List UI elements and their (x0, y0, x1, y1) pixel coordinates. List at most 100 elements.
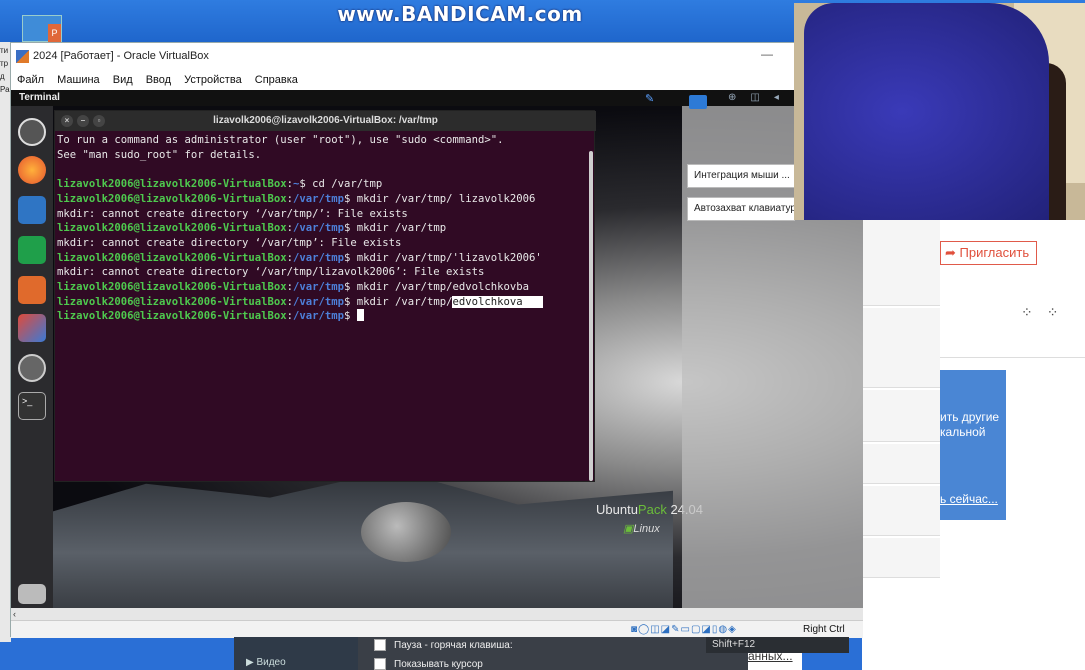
maximize-icon[interactable]: ▫ (93, 115, 105, 127)
prompt-path: /var/tmp (293, 310, 345, 323)
trash-icon[interactable] (18, 584, 46, 604)
active-app-label: Terminal (19, 92, 60, 103)
terminal-title: lizavolk2006@lizavolk2006-VirtualBox: /v… (213, 115, 438, 126)
sidebar-item-video[interactable]: ▶ Видео (246, 657, 286, 668)
terminal-icon[interactable]: >_ (18, 392, 46, 420)
panel-row (862, 390, 940, 442)
webcam-overlay (794, 3, 1085, 220)
bandicam-watermark: www.BANDICAM.com (337, 2, 583, 26)
prompt-user: lizavolk2006@lizavolk2006-VirtualBox (57, 222, 287, 235)
card-text-1: ить другие (940, 410, 1000, 424)
window-title: 2024 [Работает] - Oracle VirtualBox (11, 43, 863, 70)
dialog-link[interactable]: анных... (748, 649, 793, 663)
host-key-label: Right Ctrl (803, 624, 845, 635)
layout-grid-icon[interactable]: ⁘⁘ (1021, 304, 1072, 321)
pen-icon[interactable]: ✎ (645, 92, 654, 105)
invite-label: Пригласить (959, 245, 1030, 260)
impress-icon[interactable] (18, 276, 46, 304)
terminal-line: See "man sudo_root" for details. (57, 148, 262, 161)
writer-icon[interactable] (18, 196, 46, 224)
app-center-icon[interactable] (18, 314, 46, 342)
card-link[interactable]: ь сейчас... (940, 492, 1006, 507)
command-text: $ (344, 310, 357, 323)
invite-button[interactable]: ➦ Пригласить (940, 241, 1037, 265)
vm-status-bar: ◙◯◫◪✎▭▢◪▯◍◈ Right Ctrl (11, 620, 863, 638)
prompt-user: lizavolk2006@lizavolk2006-VirtualBox (57, 295, 287, 308)
divider (940, 357, 1085, 358)
minimize-icon[interactable]: — (761, 47, 773, 61)
terminal-line: lizavolk2006@lizavolk2006-VirtualBox:/va… (57, 280, 596, 295)
notification-icon[interactable] (689, 95, 707, 109)
show-cursor-checkbox[interactable] (374, 658, 386, 670)
minimize-icon[interactable]: – (77, 115, 89, 127)
prompt-path: /var/tmp (293, 295, 345, 308)
menu-file[interactable]: Файл (17, 70, 44, 90)
prompt-path: /var/tmp (293, 251, 345, 264)
virtualbox-window: 2024 [Работает] - Oracle VirtualBox — Фа… (10, 42, 863, 638)
selected-text: edvolchkova (452, 295, 543, 308)
card-text-2: кальной (940, 425, 986, 439)
terminal-titlebar: lizavolk2006@lizavolk2006-VirtualBox: /v… (55, 111, 596, 131)
terminal-line: lizavolk2006@lizavolk2006-VirtualBox:/va… (57, 295, 596, 310)
command-text: $ mkdir /var/tmp/ (344, 295, 453, 308)
command-text: $ cd /var/tmp (299, 178, 383, 191)
command-text: $ mkdir /var/tmp/ lizavolk2006 (344, 192, 536, 205)
menu-input[interactable]: Ввод (146, 70, 171, 90)
help-icon[interactable] (18, 118, 46, 146)
close-icon[interactable]: × (61, 115, 73, 127)
terminal-line: lizavolk2006@lizavolk2006-VirtualBox:/va… (57, 192, 596, 207)
dialog-sidebar: ▶ Видео (234, 637, 358, 670)
panel-row (862, 220, 940, 306)
terminal-window[interactable]: lizavolk2006@lizavolk2006-VirtualBox: /v… (54, 110, 596, 483)
calc-icon[interactable] (18, 236, 46, 264)
menu-view[interactable]: Вид (113, 70, 133, 90)
guest-screen: UbuntuPack 24.04 ▣Linux Terminal ✎ ⊕◫◂ И… (11, 90, 863, 608)
terminal-line: lizavolk2006@lizavolk2006-VirtualBox:/va… (57, 221, 596, 236)
keyboard-capture-notice[interactable]: Автозахват клавиатуры (687, 197, 795, 221)
promo-card: ить другие кальной ь сейчас... (940, 370, 1006, 520)
terminal-line: lizavolk2006@lizavolk2006-VirtualBox:/va… (57, 309, 596, 324)
panel-row (862, 538, 940, 578)
virtualbox-icon (16, 50, 29, 63)
prompt-path: /var/tmp (293, 281, 345, 294)
pause-checkbox[interactable] (374, 639, 386, 651)
terminal-line: To run a command as administrator (user … (57, 134, 504, 146)
firefox-icon[interactable] (18, 156, 46, 184)
prompt-user: lizavolk2006@lizavolk2006-VirtualBox (57, 281, 287, 294)
terminal-scrollbar[interactable] (589, 151, 593, 481)
brand-pack: Pack (637, 502, 667, 517)
wallpaper-moon (361, 502, 451, 562)
webcam-shirt (804, 3, 1049, 220)
prompt-user: lizavolk2006@lizavolk2006-VirtualBox (57, 251, 287, 264)
horizontal-scrollbar[interactable]: ‹ (11, 608, 863, 620)
menu-devices[interactable]: Устройства (184, 70, 242, 90)
prompt-user: lizavolk2006@lizavolk2006-VirtualBox (57, 192, 287, 205)
text-cursor (356, 309, 364, 322)
settings-dialog: ▶ Видео Пауза - горячая клавиша: Показыв… (234, 637, 849, 670)
show-cursor-label: Показывать курсор (394, 659, 483, 670)
command-text: $ mkdir /var/tmp/edvolchkovba (344, 281, 529, 294)
menu-machine[interactable]: Машина (57, 70, 100, 90)
guest-tray-icons: ⊕◫◂ (728, 92, 793, 103)
settings-gear-icon[interactable] (18, 354, 46, 382)
device-status-icons[interactable]: ◙◯◫◪✎▭▢◪▯◍◈ (631, 624, 737, 635)
terminal-output[interactable]: To run a command as administrator (user … (55, 132, 596, 483)
host-right-panels (862, 220, 940, 578)
panel-row (862, 444, 940, 484)
menu-help[interactable]: Справка (255, 70, 298, 90)
screen: www.BANDICAM.com P ти тр д Ра ➦ Пригласить … (0, 0, 1085, 670)
terminal-line: mkdir: cannot create directory ‘/var/tmp… (57, 236, 402, 249)
desktop-file-icon[interactable]: P (22, 15, 62, 42)
mouse-integration-notice[interactable]: Интеграция мыши ... (687, 164, 795, 188)
video-label: Видео (256, 657, 286, 668)
panel-row (862, 308, 940, 388)
menu-bar: Файл Машина Вид Ввод Устройства Справка (11, 70, 863, 90)
terminal-line: mkdir: cannot create directory ‘/var/tmp… (57, 207, 408, 220)
dock: >_ (11, 106, 53, 608)
prompt-user: lizavolk2006@lizavolk2006-VirtualBox (57, 310, 287, 323)
command-text: $ mkdir /var/tmp (344, 222, 447, 235)
brand-ubuntu: Ubuntu (596, 502, 638, 517)
linux-logo: ▣Linux (623, 523, 660, 535)
terminal-line: lizavolk2006@lizavolk2006-VirtualBox:/va… (57, 251, 596, 266)
